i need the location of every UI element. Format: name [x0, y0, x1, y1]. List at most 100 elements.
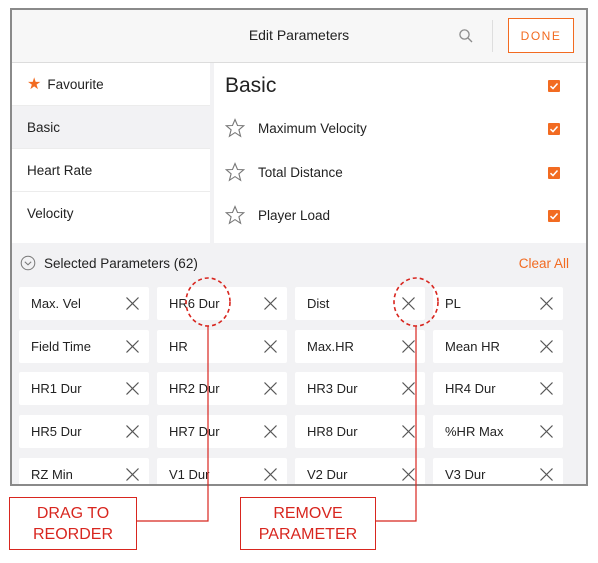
category-label: Basic [27, 119, 61, 135]
remove-icon[interactable] [263, 381, 278, 396]
chip-label: Field Time [31, 339, 91, 354]
chip-label: HR [169, 339, 188, 354]
selected-parameter-chip[interactable]: PL [433, 287, 563, 320]
selected-parameter-chip[interactable]: HR8 Dur [295, 415, 425, 448]
selected-parameter-chip[interactable]: HR4 Dur [433, 372, 563, 405]
chevron-down-circle-icon[interactable] [20, 255, 36, 271]
parameter-checkbox[interactable] [548, 167, 560, 179]
remove-icon[interactable] [401, 467, 416, 482]
chip-label: HR4 Dur [445, 381, 496, 396]
selected-parameter-chip[interactable]: %HR Max [433, 415, 563, 448]
chip-label: V3 Dur [445, 467, 486, 482]
selected-parameter-chip[interactable]: V3 Dur [433, 458, 563, 484]
selected-parameter-chip[interactable]: Max.HR [295, 330, 425, 363]
section-title: Basic [225, 74, 277, 97]
page-title: Edit Parameters [248, 27, 350, 43]
callout-text: REMOVE [273, 504, 343, 522]
header-divider [492, 20, 493, 52]
selected-parameter-chip[interactable]: RZ Min [19, 458, 149, 484]
category-list: ★ Favourite Basic Heart Rate Velocity [12, 63, 210, 243]
category-item-favourite[interactable]: ★ Favourite [12, 63, 210, 106]
star-outline-icon[interactable] [225, 118, 245, 138]
done-button[interactable]: DONE [508, 18, 574, 53]
remove-icon[interactable] [125, 424, 140, 439]
remove-icon[interactable] [263, 424, 278, 439]
selected-parameters-label: Selected Parameters (62) [44, 256, 198, 271]
parameter-checkbox[interactable] [548, 123, 560, 135]
parameter-row: Maximum Velocity [225, 118, 367, 138]
remove-icon[interactable] [539, 467, 554, 482]
star-outline-icon[interactable] [225, 205, 245, 225]
remove-icon[interactable] [539, 381, 554, 396]
drag-to-reorder-callout: DRAG TO REORDER [9, 497, 137, 550]
category-label: Favourite [47, 76, 104, 92]
selected-parameter-chip[interactable]: Dist [295, 287, 425, 320]
remove-icon[interactable] [263, 296, 278, 311]
selected-parameter-chip[interactable]: HR3 Dur [295, 372, 425, 405]
remove-icon[interactable] [539, 296, 554, 311]
selected-parameters-header: Selected Parameters (62) Clear All [12, 251, 586, 275]
parameter-checkbox[interactable] [548, 210, 560, 222]
selected-parameter-chip[interactable]: Field Time [19, 330, 149, 363]
category-label: Heart Rate [27, 162, 93, 178]
chip-label: HR6 Dur [169, 296, 220, 311]
star-filled-icon: ★ [27, 76, 42, 93]
remove-icon[interactable] [401, 339, 416, 354]
remove-icon[interactable] [125, 467, 140, 482]
select-all-checkbox[interactable] [548, 80, 560, 92]
selected-parameter-chip[interactable]: Max. Vel [19, 287, 149, 320]
chip-label: Mean HR [445, 339, 500, 354]
star-outline-icon[interactable] [225, 162, 245, 182]
selected-parameter-chip[interactable]: HR [157, 330, 287, 363]
clear-all-button[interactable]: Clear All [519, 256, 569, 271]
parameter-label: Total Distance [258, 164, 343, 180]
chip-label: Max.HR [307, 339, 354, 354]
remove-icon[interactable] [539, 424, 554, 439]
parameter-list: Basic Maximum Velocity Total Distance Pl… [214, 63, 586, 243]
selected-parameter-chip[interactable]: Mean HR [433, 330, 563, 363]
remove-icon[interactable] [263, 467, 278, 482]
chip-label: RZ Min [31, 467, 73, 482]
selected-parameter-chip[interactable]: V2 Dur [295, 458, 425, 484]
remove-icon[interactable] [125, 339, 140, 354]
chip-label: HR8 Dur [307, 424, 358, 439]
callout-text: REORDER [32, 525, 113, 543]
chip-label: HR5 Dur [31, 424, 82, 439]
selected-parameter-chip[interactable]: HR6 Dur [157, 287, 287, 320]
chip-label: %HR Max [445, 424, 504, 439]
chip-label: HR1 Dur [31, 381, 82, 396]
chip-label: Dist [307, 296, 330, 311]
category-item-heart-rate[interactable]: Heart Rate [12, 149, 210, 192]
remove-parameter-callout: REMOVE PARAMETER [240, 497, 376, 550]
selected-parameter-chip[interactable]: HR7 Dur [157, 415, 287, 448]
chip-label: HR7 Dur [169, 424, 220, 439]
category-label: Velocity [27, 206, 74, 221]
remove-icon[interactable] [125, 296, 140, 311]
selected-parameter-chip[interactable]: HR5 Dur [19, 415, 149, 448]
remove-icon[interactable] [401, 424, 416, 439]
chip-label: PL [445, 296, 461, 311]
selected-parameter-chip[interactable]: HR1 Dur [19, 372, 149, 405]
category-item-velocity[interactable]: Velocity [12, 192, 210, 235]
selected-parameter-chip[interactable]: HR2 Dur [157, 372, 287, 405]
category-item-basic[interactable]: Basic [12, 106, 210, 149]
parameter-label: Maximum Velocity [258, 120, 367, 136]
callout-text: PARAMETER [258, 525, 358, 543]
chip-label: V2 Dur [307, 467, 348, 482]
remove-icon[interactable] [401, 296, 416, 311]
parameter-row: Total Distance [225, 162, 343, 182]
parameter-label: Player Load [258, 207, 331, 223]
search-icon[interactable] [458, 28, 474, 44]
edit-parameters-window: Edit Parameters DONE ★ Favourite Basic H… [10, 8, 588, 486]
selected-parameter-chip[interactable]: V1 Dur [157, 458, 287, 484]
callout-text: DRAG TO [36, 504, 110, 522]
remove-icon[interactable] [539, 339, 554, 354]
chip-label: V1 Dur [169, 467, 210, 482]
remove-icon[interactable] [401, 381, 416, 396]
remove-icon[interactable] [125, 381, 140, 396]
parameter-row: Player Load [225, 205, 330, 225]
chip-label: Max. Vel [31, 296, 81, 311]
remove-icon[interactable] [263, 339, 278, 354]
header-bar: Edit Parameters DONE [12, 10, 586, 63]
chip-label: HR3 Dur [307, 381, 358, 396]
